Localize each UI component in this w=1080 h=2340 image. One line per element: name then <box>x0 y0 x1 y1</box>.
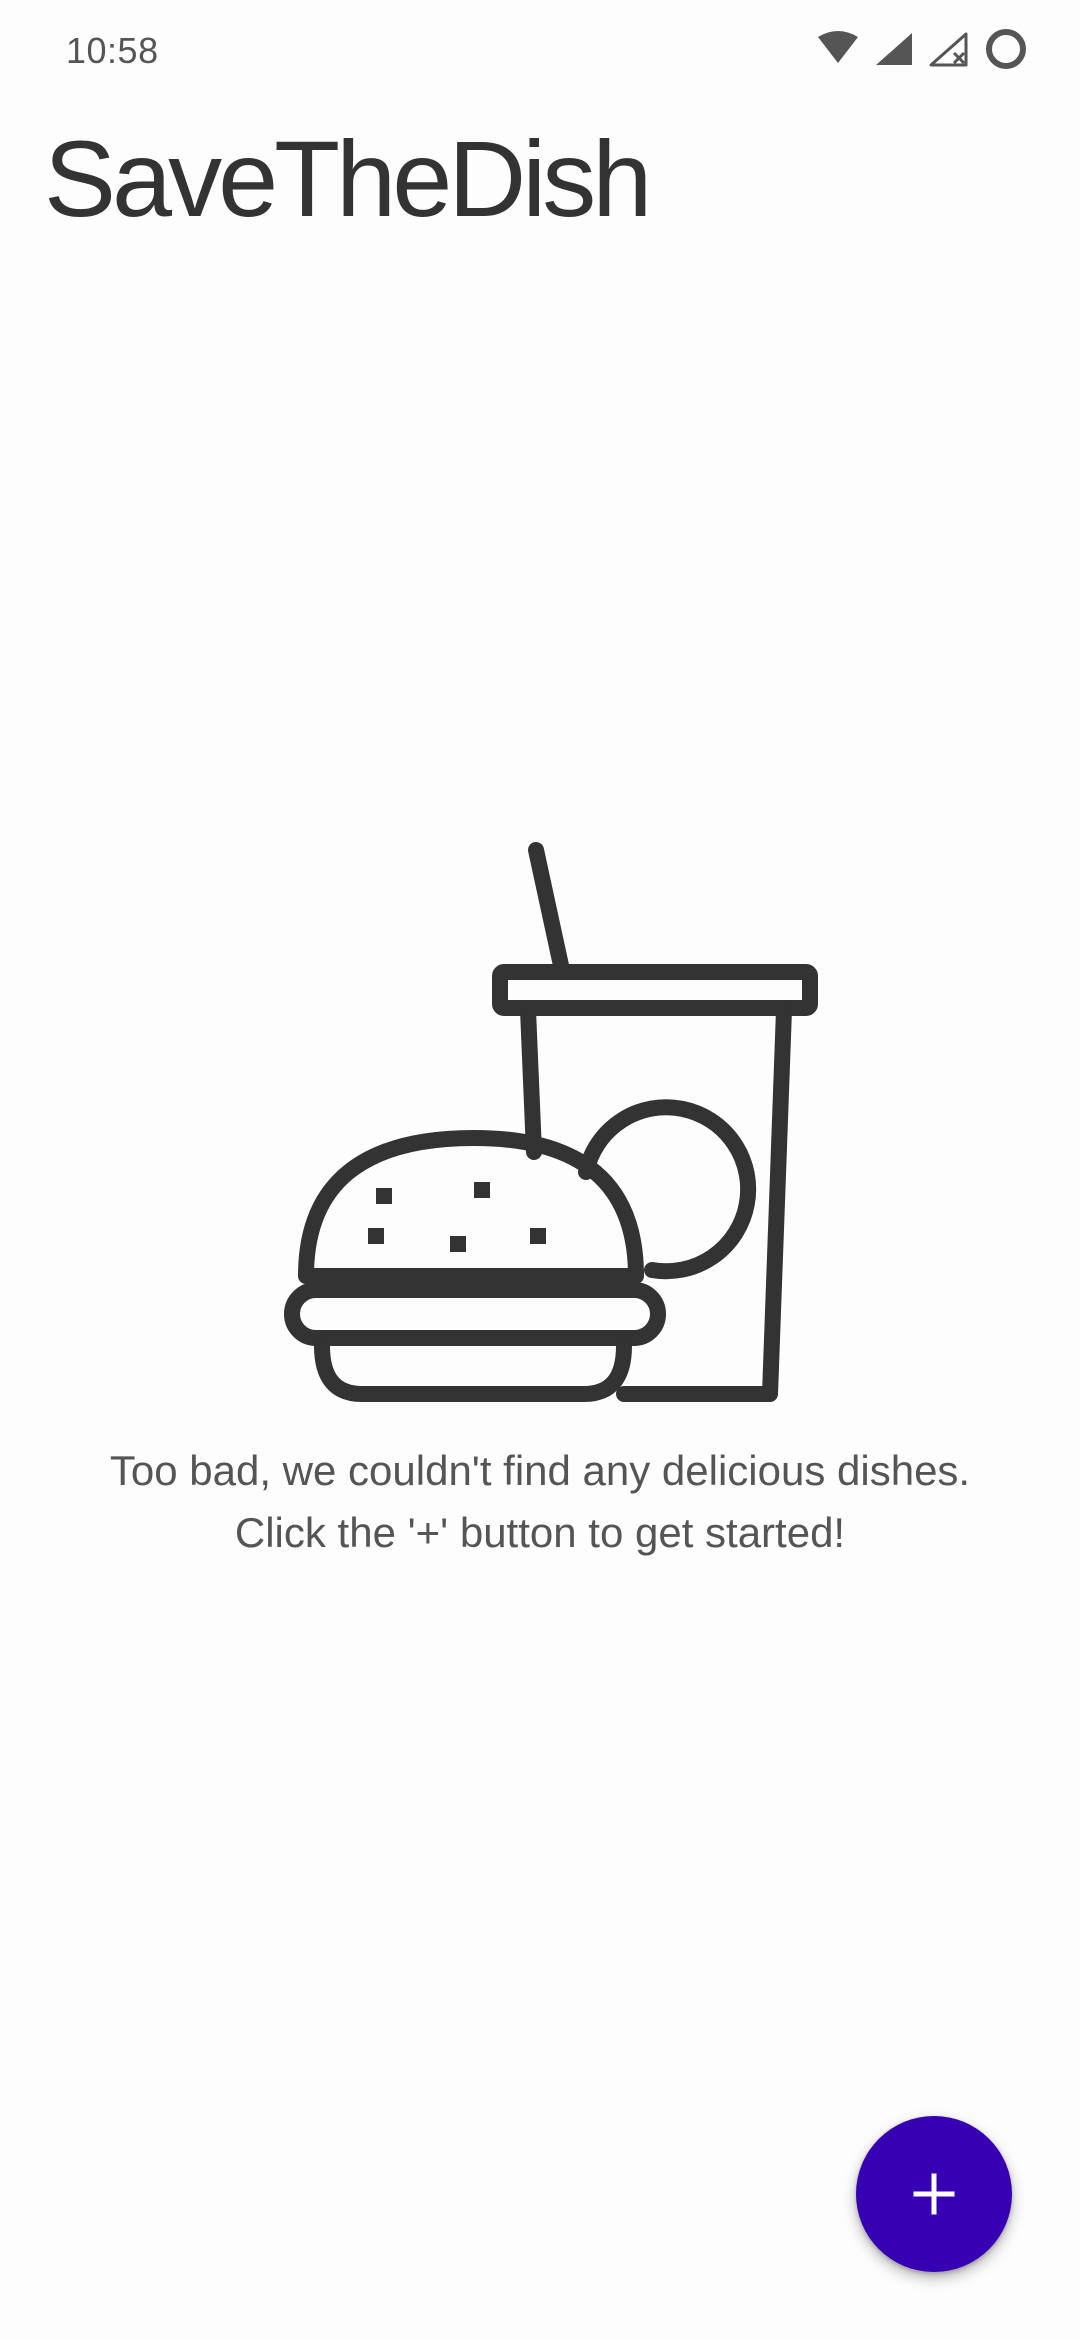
add-dish-button[interactable] <box>856 2116 1012 2272</box>
status-time: 10:58 <box>66 30 159 71</box>
cell-signal-no-data-icon <box>928 31 970 67</box>
plus-icon <box>912 2172 956 2216</box>
status-bar: 10:58 <box>0 0 1080 100</box>
status-icons <box>816 27 1028 71</box>
empty-state-message: Too bad, we couldn't find any delicious … <box>40 1440 1040 1564</box>
cell-signal-icon <box>874 31 914 67</box>
empty-state-line-1: Too bad, we couldn't find any delicious … <box>109 1447 971 1494</box>
burger-and-drink-icon <box>262 836 818 1406</box>
battery-icon <box>984 27 1028 71</box>
app-title: SaveTheDish <box>44 118 652 239</box>
empty-state-line-2: Click the '+' button to get started! <box>234 1509 846 1556</box>
wifi-icon <box>816 31 860 67</box>
